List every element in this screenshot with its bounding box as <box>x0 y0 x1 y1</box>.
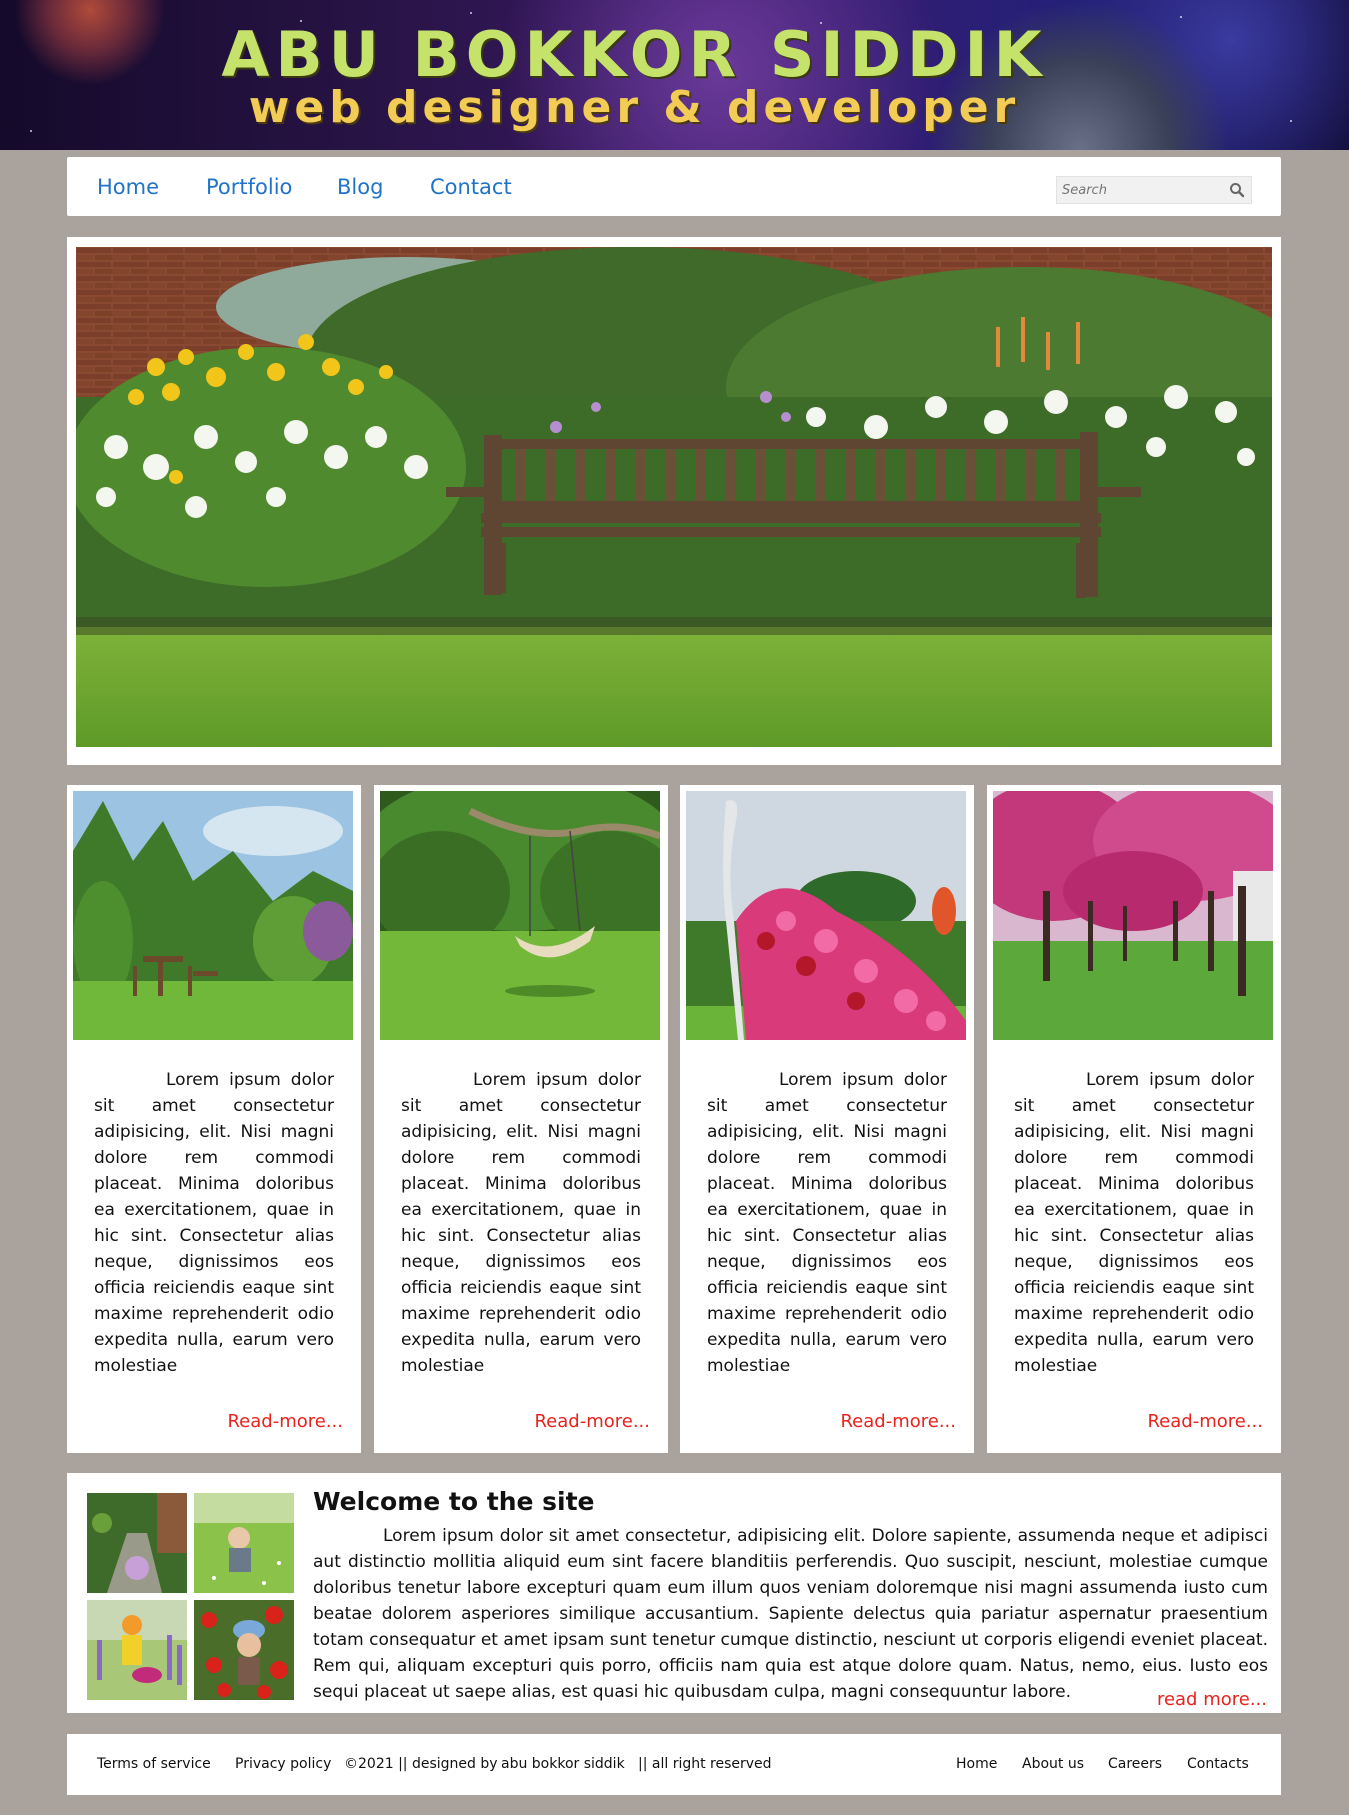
footer-rights: || all right reserved <box>638 1756 772 1772</box>
card-read-more-link[interactable]: Read-more... <box>227 1411 343 1432</box>
search-icon[interactable] <box>1229 182 1245 198</box>
thumb-baby-grass <box>194 1493 294 1593</box>
nav-home[interactable]: Home <box>97 175 159 199</box>
card-image-flower-peacock <box>686 791 966 1040</box>
card-image-garden-table <box>73 791 353 1040</box>
footer-privacy-link[interactable]: Privacy policy <box>235 1756 331 1772</box>
footer: Terms of service Privacy policy ©2021 ||… <box>67 1734 1281 1795</box>
footer-author-link[interactable]: abu bokkor siddik <box>501 1756 625 1772</box>
footer-home-link[interactable]: Home <box>956 1756 997 1772</box>
footer-terms-link[interactable]: Terms of service <box>97 1756 211 1772</box>
card-text: Lorem ipsum dolor sit amet consectetur a… <box>94 1070 334 1376</box>
card-4: Lorem ipsum dolor sit amet consectetur a… <box>987 785 1281 1453</box>
thumb-garden-path <box>87 1493 187 1593</box>
card-read-more-link[interactable]: Read-more... <box>1147 1411 1263 1432</box>
site-subtitle: web designer & developer <box>248 82 1021 133</box>
nav-portfolio[interactable]: Portfolio <box>206 175 292 199</box>
card-read-more-link[interactable]: Read-more... <box>840 1411 956 1432</box>
card-image-swing <box>380 791 660 1040</box>
hero-image-frame <box>67 237 1281 765</box>
welcome-text: Lorem ipsum dolor sit amet consectetur, … <box>313 1526 1268 1702</box>
card-text: Lorem ipsum dolor sit amet consectetur a… <box>401 1070 641 1376</box>
welcome-section: Welcome to the site Lorem ipsum dolor si… <box>67 1473 1281 1713</box>
star-decoration <box>470 12 472 14</box>
card-text: Lorem ipsum dolor sit amet consectetur a… <box>1014 1070 1254 1376</box>
card-3: Lorem ipsum dolor sit amet consectetur a… <box>680 785 974 1453</box>
site-title: ABU BOKKOR SIDDIK <box>221 18 1048 91</box>
thumb-girl-poppies <box>194 1600 294 1700</box>
card-image-cherry-blossoms <box>993 791 1273 1040</box>
footer-copyright: ©2021 || designed by <box>344 1756 498 1772</box>
search-box <box>1056 176 1252 204</box>
nav-contact[interactable]: Contact <box>430 175 512 199</box>
card-text: Lorem ipsum dolor sit amet consectetur a… <box>707 1070 947 1376</box>
card-2: Lorem ipsum dolor sit amet consectetur a… <box>374 785 668 1453</box>
card-1: Lorem ipsum dolor sit amet consectetur a… <box>67 785 361 1453</box>
footer-about-link[interactable]: About us <box>1022 1756 1084 1772</box>
footer-careers-link[interactable]: Careers <box>1108 1756 1162 1772</box>
search-input[interactable] <box>1062 180 1212 200</box>
welcome-read-more-link[interactable]: read more... <box>1157 1689 1267 1710</box>
thumb-child-flowers <box>87 1600 187 1700</box>
main-nav: Home Portfolio Blog Contact <box>67 157 1281 216</box>
header-banner: ABU BOKKOR SIDDIK web designer & develop… <box>0 0 1349 150</box>
footer-contacts-link[interactable]: Contacts <box>1187 1756 1249 1772</box>
hero-garden-bench-image <box>76 247 1272 747</box>
card-read-more-link[interactable]: Read-more... <box>534 1411 650 1432</box>
welcome-title: Welcome to the site <box>313 1487 595 1516</box>
nav-blog[interactable]: Blog <box>337 175 383 199</box>
